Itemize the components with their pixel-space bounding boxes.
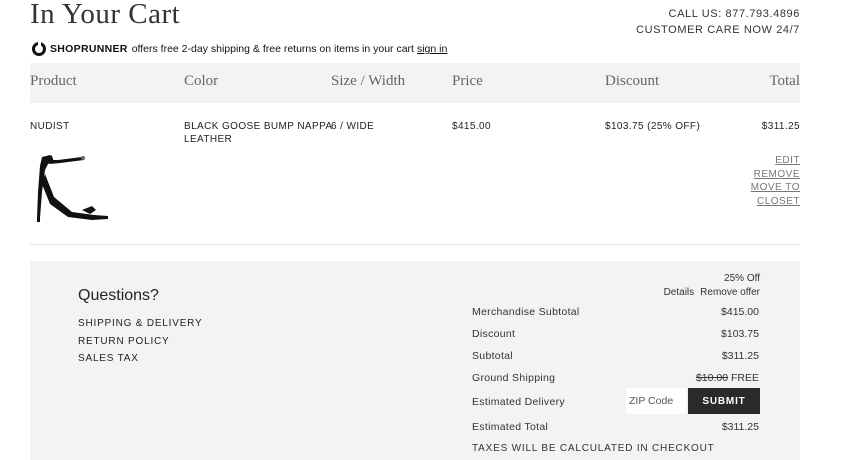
column-header-color: Color — [184, 73, 219, 89]
page-title: In Your Cart — [30, 0, 181, 30]
shoprunner-logo-icon — [32, 42, 46, 56]
shipping-free: FREE — [730, 372, 759, 384]
subtotal-value: $311.25 — [721, 350, 759, 362]
remove-link[interactable]: REMOVE — [754, 169, 800, 180]
offer-actions: Details Remove offer — [664, 287, 760, 298]
edit-link[interactable]: EDIT — [775, 155, 800, 166]
shipping-original-price: $10.00 — [695, 372, 729, 384]
product-color-line2: LEATHER — [184, 134, 233, 145]
merchandise-subtotal-value: $415.00 — [721, 306, 759, 318]
discount-label: Discount — [472, 328, 516, 340]
column-header-size: Size / Width — [331, 73, 406, 89]
product-price: $415.00 — [452, 121, 491, 132]
shoprunner-sign-in-link[interactable]: sign in — [417, 43, 447, 55]
closet-link[interactable]: CLOSET — [757, 196, 800, 207]
cart-table-header — [30, 63, 800, 103]
row-divider — [30, 244, 800, 245]
call-us-text: CALL US: 877.793.4896 — [668, 8, 800, 20]
remove-offer-link[interactable]: Remove offer — [700, 287, 760, 298]
product-discount: $103.75 (25% OFF) — [605, 121, 701, 132]
product-size: 6 / WIDE — [331, 121, 375, 132]
zip-code-input[interactable] — [626, 388, 686, 414]
product-color-line1: BLACK GOOSE BUMP NAPPA — [184, 121, 333, 132]
tax-note: TAXES WILL BE CALCULATED IN CHECKOUT — [472, 443, 715, 454]
shoprunner-brand: SHOPRUNNER — [50, 43, 128, 55]
questions-title: Questions? — [78, 287, 159, 304]
product-name[interactable]: NUDIST — [30, 121, 70, 132]
column-header-product: Product — [30, 73, 77, 89]
return-policy-link[interactable]: RETURN POLICY — [78, 336, 170, 347]
shipping-delivery-link[interactable]: SHIPPING & DELIVERY — [78, 318, 203, 329]
offer-details-link[interactable]: Details — [664, 287, 695, 298]
sales-tax-link[interactable]: SALES TAX — [78, 353, 139, 364]
product-image[interactable] — [32, 152, 114, 224]
customer-care-text: CUSTOMER CARE NOW 24/7 — [636, 24, 800, 36]
product-total: $311.25 — [761, 121, 800, 132]
shoprunner-text: offers free 2-day shipping & free return… — [131, 43, 414, 55]
move-to-link[interactable]: MOVE TO — [751, 182, 800, 193]
shoprunner-banner: SHOPRUNNER offers free 2-day shipping & … — [32, 42, 447, 56]
ground-shipping-value: $10.00 FREE — [696, 372, 759, 384]
column-header-discount: Discount — [605, 73, 660, 89]
submit-zip-button[interactable]: SUBMIT — [688, 388, 760, 414]
merchandise-subtotal-label: Merchandise Subtotal — [472, 306, 580, 318]
subtotal-label: Subtotal — [472, 350, 513, 362]
estimated-total-label: Estimated Total — [472, 421, 549, 433]
ground-shipping-label: Ground Shipping — [472, 372, 556, 384]
column-header-total: Total — [769, 73, 800, 89]
estimated-total-value: $311.25 — [721, 421, 759, 433]
column-header-price: Price — [452, 73, 483, 89]
estimated-delivery-label: Estimated Delivery — [472, 396, 565, 408]
discount-value: $103.75 — [721, 328, 759, 340]
offer-label: 25% Off — [724, 273, 760, 284]
